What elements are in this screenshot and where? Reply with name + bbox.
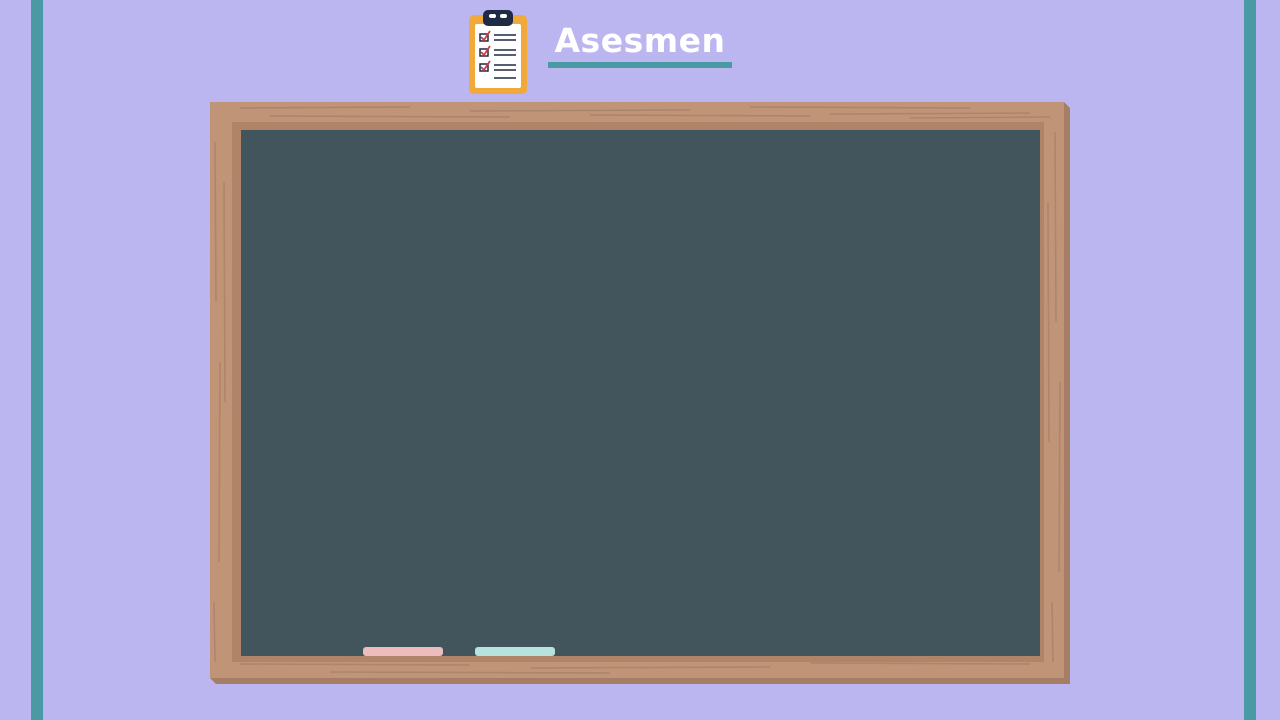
page-title-text: Asesmen [554, 21, 726, 60]
right-border-bar [1244, 0, 1256, 720]
pink-chalk [363, 647, 443, 656]
left-border-bar [31, 0, 43, 720]
page-title: Asesmen [548, 20, 732, 68]
mint-chalk [475, 647, 555, 656]
chalkboard [210, 102, 1070, 684]
chalkboard-surface [241, 130, 1040, 656]
clipboard-checklist-icon [466, 8, 530, 96]
title-underline [548, 62, 732, 68]
